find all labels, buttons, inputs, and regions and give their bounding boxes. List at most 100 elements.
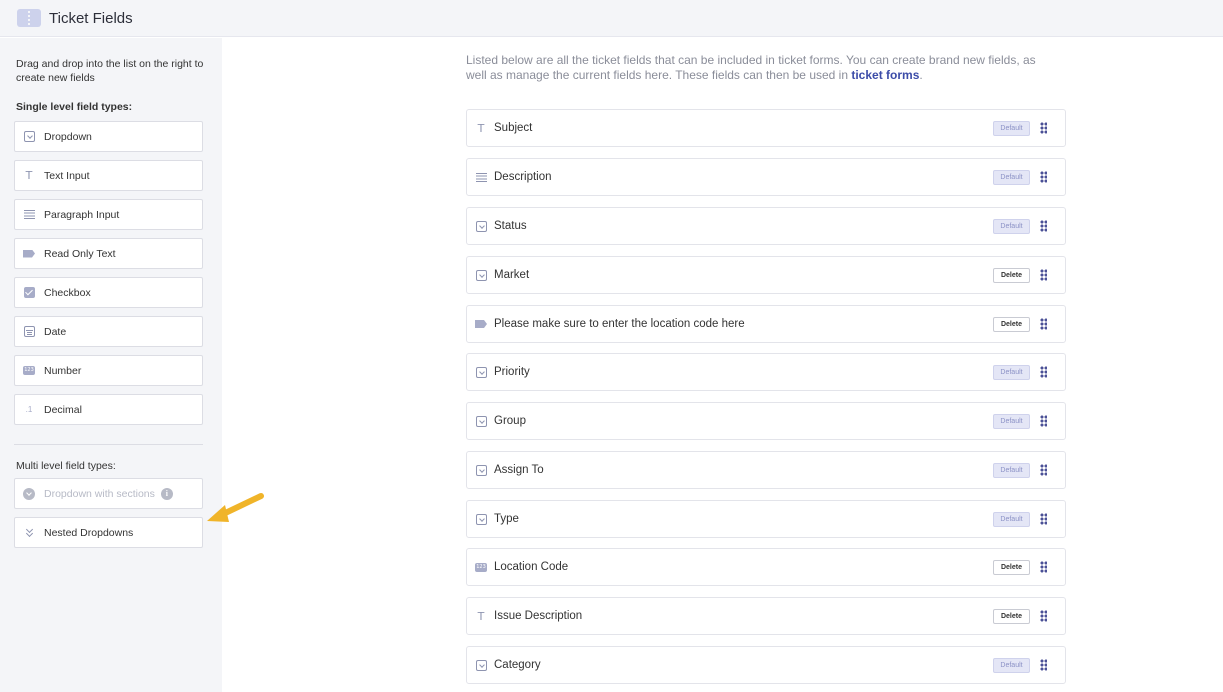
default-badge: Default (993, 657, 1030, 673)
default-badge: Default (993, 120, 1030, 136)
field-type-decimal[interactable]: .1 Decimal (14, 394, 203, 425)
field-label: Subject (494, 122, 533, 134)
paragraph-icon (475, 171, 487, 183)
field-label: Group (494, 415, 526, 427)
field-label: Status (494, 220, 527, 232)
text-icon: T (477, 121, 485, 135)
field-row-location-code[interactable]: 123 Location Code Delete (466, 548, 1066, 586)
field-row-type[interactable]: Type Default (466, 500, 1066, 538)
drag-handle-icon[interactable] (1040, 513, 1047, 525)
decimal-icon: .1 (25, 405, 33, 414)
drag-handle-icon[interactable] (1040, 464, 1047, 476)
dropdown-icon (475, 415, 487, 427)
text-icon: T (477, 609, 485, 623)
dropdown-icon (475, 366, 487, 378)
nested-dropdown-icon (23, 527, 35, 539)
field-row-market[interactable]: Market Delete (466, 256, 1066, 294)
default-badge: Default (993, 413, 1030, 429)
field-type-label: Text Input (44, 169, 90, 182)
field-type-dropdown[interactable]: Dropdown (14, 121, 203, 152)
dropdown-icon (475, 464, 487, 476)
field-row-category[interactable]: Category Default (466, 646, 1066, 684)
default-badge: Default (993, 364, 1030, 380)
field-type-label: Nested Dropdowns (44, 526, 134, 539)
field-type-text-input[interactable]: T Text Input (14, 160, 203, 191)
field-row-description[interactable]: Description Default (466, 158, 1066, 196)
paragraph-icon (23, 209, 35, 221)
drag-handle-icon[interactable] (1040, 561, 1047, 573)
read-only-icon (23, 248, 35, 260)
default-badge: Default (993, 218, 1030, 234)
drag-handle-icon[interactable] (1040, 318, 1047, 330)
delete-button[interactable]: Delete (993, 316, 1030, 332)
field-label: Assign To (494, 464, 544, 476)
drag-handle-icon[interactable] (1040, 659, 1047, 671)
field-label: Category (494, 659, 541, 671)
field-label: Please make sure to enter the location c… (494, 318, 745, 330)
fields-description: Listed below are all the ticket fields t… (466, 53, 1036, 82)
field-types-sidebar: Drag and drop into the list on the right… (0, 38, 222, 692)
read-only-icon (475, 318, 487, 330)
field-label: Type (494, 513, 519, 525)
field-type-paragraph-input[interactable]: Paragraph Input (14, 199, 203, 230)
dropdown-icon (475, 513, 487, 525)
dropdown-icon (475, 659, 487, 671)
sidebar-divider (14, 444, 203, 445)
dropdown-sections-icon (23, 487, 35, 500)
field-type-label: Dropdown with sections (44, 487, 155, 500)
field-row-group[interactable]: Group Default (466, 402, 1066, 440)
annotation-arrow-icon (207, 493, 264, 522)
multi-level-title: Multi level field types: (16, 460, 116, 472)
default-badge: Default (993, 511, 1030, 527)
ticket-forms-link[interactable]: ticket forms (851, 68, 919, 82)
date-icon (23, 326, 35, 338)
drag-handle-icon[interactable] (1040, 415, 1047, 427)
page-title: Ticket Fields (49, 9, 133, 27)
drag-handle-icon[interactable] (1040, 171, 1047, 183)
checkbox-icon (23, 287, 35, 299)
number-icon: 123 (475, 562, 487, 572)
drag-handle-icon[interactable] (1040, 269, 1047, 281)
field-type-label: Date (44, 325, 67, 338)
field-type-nested-dropdowns[interactable]: Nested Dropdowns (14, 517, 203, 548)
field-type-date[interactable]: Date (14, 316, 203, 347)
drag-handle-icon[interactable] (1040, 122, 1047, 134)
default-badge: Default (993, 169, 1030, 185)
field-type-number[interactable]: 123 Number (14, 355, 203, 386)
field-label: Priority (494, 366, 530, 378)
field-label: Location Code (494, 561, 569, 573)
drag-handle-icon[interactable] (1040, 366, 1047, 378)
field-row-assign-to[interactable]: Assign To Default (466, 451, 1066, 489)
field-type-read-only-text[interactable]: Read Only Text (14, 238, 203, 269)
default-badge: Default (993, 462, 1030, 478)
delete-button[interactable]: Delete (993, 267, 1030, 283)
field-type-label: Dropdown (44, 130, 92, 143)
field-type-label: Read Only Text (44, 247, 116, 260)
field-label: Issue Description (494, 610, 583, 622)
field-type-checkbox[interactable]: Checkbox (14, 277, 203, 308)
field-row-location-note[interactable]: Please make sure to enter the location c… (466, 305, 1066, 343)
delete-button[interactable]: Delete (993, 608, 1030, 624)
page-header: Ticket Fields (0, 0, 1223, 37)
drag-handle-icon[interactable] (1040, 220, 1047, 232)
field-row-status[interactable]: Status Default (466, 207, 1066, 245)
delete-button[interactable]: Delete (993, 559, 1030, 575)
field-type-label: Checkbox (44, 286, 91, 299)
field-row-priority[interactable]: Priority Default (466, 353, 1066, 391)
field-type-label: Paragraph Input (44, 208, 120, 221)
dropdown-icon (475, 269, 487, 281)
text-icon: T (25, 169, 33, 182)
number-icon: 123 (23, 366, 35, 375)
field-type-label: Decimal (44, 403, 82, 416)
info-icon[interactable]: i (160, 487, 173, 500)
sidebar-intro: Drag and drop into the list on the right… (16, 58, 204, 84)
dropdown-icon (475, 220, 487, 232)
dropdown-icon (23, 131, 35, 143)
drag-handle-icon[interactable] (1040, 610, 1047, 622)
field-type-label: Number (44, 364, 82, 377)
field-row-subject[interactable]: T Subject Default (466, 109, 1066, 147)
single-level-title: Single level field types: (16, 101, 133, 113)
field-row-issue-description[interactable]: T Issue Description Delete (466, 597, 1066, 635)
field-type-dropdown-with-sections: Dropdown with sections i (14, 478, 203, 509)
field-label: Description (494, 171, 552, 183)
